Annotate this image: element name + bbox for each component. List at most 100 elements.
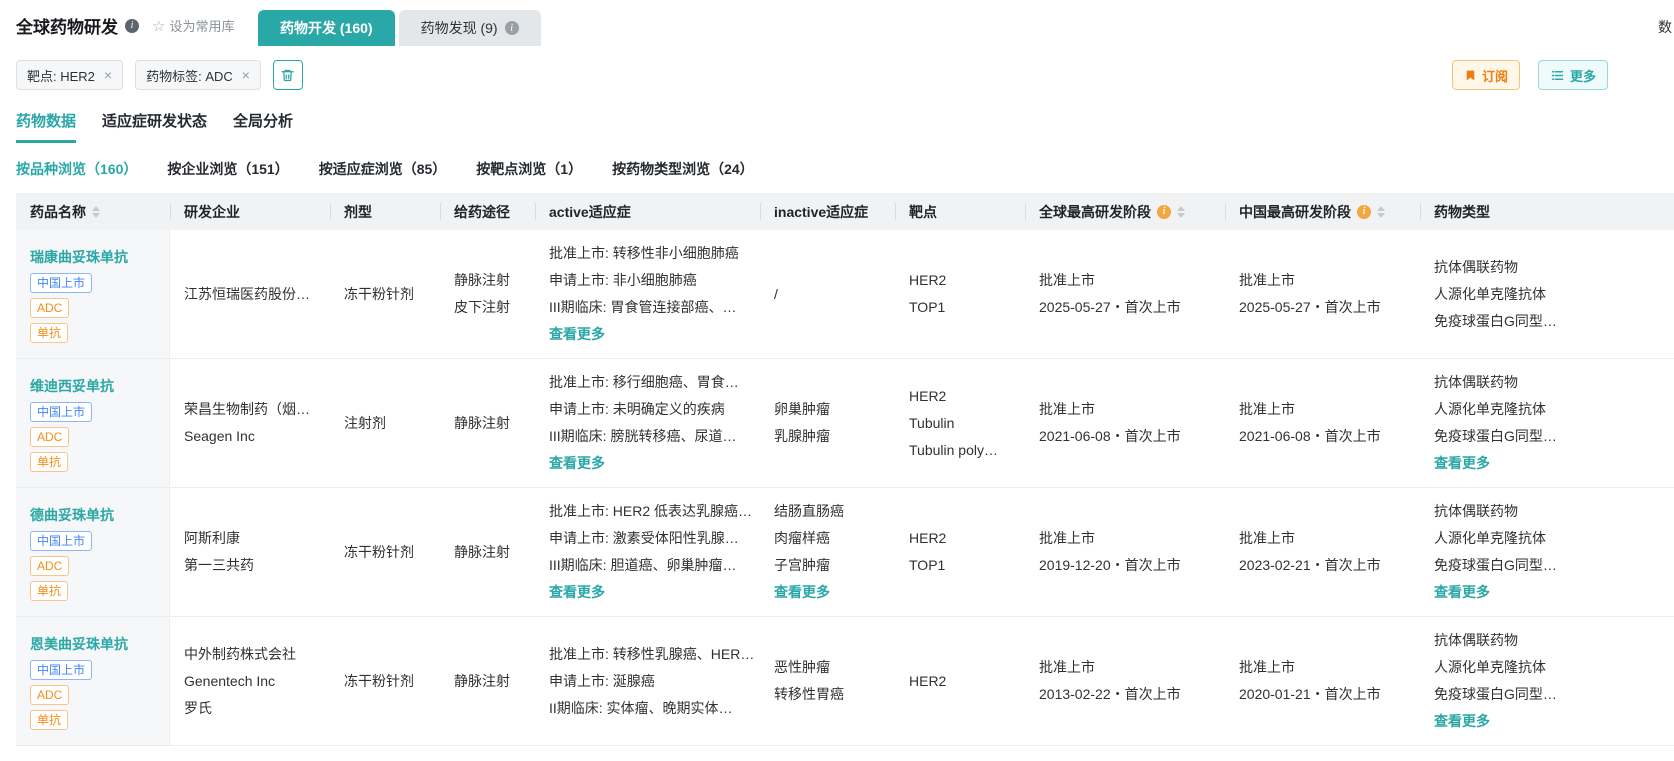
section-tab[interactable]: 全局分析 — [233, 110, 293, 143]
main-tab[interactable]: 药物开发 (160) — [258, 10, 395, 46]
column-header: 药物类型 — [1420, 193, 1674, 230]
drug-name-link[interactable]: 恩美曲妥珠单抗 — [30, 633, 128, 655]
text-line: 子宫肿瘤 — [774, 552, 881, 579]
text-line: 江苏恒瑞医药股份… — [184, 281, 316, 308]
bookmark-icon — [1464, 69, 1477, 82]
page-title: 全球药物研发 — [16, 13, 118, 38]
filter-chip: 靶点: HER2 × — [16, 60, 123, 90]
text-line: Genentech Inc — [184, 668, 316, 695]
text-line: 抗体偶联药物 — [1434, 627, 1660, 654]
china-stage-cell: 批准上市2025-05-27・首次上市 — [1225, 230, 1420, 358]
sort-asc-caret — [1177, 206, 1185, 211]
more-label: 更多 — [1570, 66, 1596, 85]
drug-tag: ADC — [30, 685, 69, 705]
drug-name-cell: 德曲妥珠单抗中国上市ADC单抗 — [16, 488, 170, 616]
active-indications-cell: 批准上市: 转移性乳腺癌、HER…申请上市: 涎腺癌II期临床: 实体瘤、晚期实… — [535, 617, 760, 745]
drug-name-link[interactable]: 德曲妥珠单抗 — [30, 504, 114, 526]
inactive-indications-cell: 结肠直肠癌肉瘤样癌子宫肿瘤查看更多 — [760, 488, 895, 616]
active-indications-cell: 批准上市: HER2 低表达乳腺癌…申请上市: 激素受体阳性乳腺…III期临床:… — [535, 488, 760, 616]
route-cell: 静脉注射 — [440, 359, 535, 487]
column-header: 全球最高研发阶段i — [1025, 193, 1225, 230]
text-line: II期临床: 实体瘤、晚期实体… — [549, 695, 746, 722]
browse-tab[interactable]: 按适应症浏览（85） — [319, 159, 447, 179]
trash-icon — [280, 68, 295, 83]
dosage-form-cell: 冻干粉针剂 — [330, 617, 440, 745]
active-indications-cell: 批准上市: 转移性非小细胞肺癌申请上市: 非小细胞肺癌III期临床: 胃食管连接… — [535, 230, 760, 358]
text-line: 恶性肿瘤 — [774, 654, 881, 681]
drug-name-link[interactable]: 瑞康曲妥珠单抗 — [30, 246, 128, 268]
view-more-link[interactable]: 查看更多 — [549, 579, 605, 606]
sort-desc-caret — [1177, 213, 1185, 218]
subscribe-button[interactable]: 订阅 — [1452, 60, 1520, 90]
column-label: 给药途径 — [454, 202, 510, 222]
set-favorite-button[interactable]: ☆ 设为常用库 — [152, 16, 234, 35]
text-line: 静脉注射 — [454, 410, 521, 437]
clear-filters-button[interactable] — [273, 60, 303, 90]
section-tab[interactable]: 药物数据 — [16, 110, 76, 143]
global-stage-cell: 批准上市2013-02-22・首次上市 — [1025, 617, 1225, 745]
view-more-link[interactable]: 查看更多 — [774, 579, 830, 606]
title-group: 全球药物研发 i ☆ 设为常用库 — [16, 13, 234, 38]
global-stage-cell: 批准上市2021-06-08・首次上市 — [1025, 359, 1225, 487]
view-more-link[interactable]: 查看更多 — [1434, 708, 1490, 735]
view-more-link[interactable]: 查看更多 — [549, 450, 605, 477]
close-icon[interactable]: × — [104, 68, 112, 82]
column-label: 研发企业 — [184, 202, 240, 222]
column-header: 中国最高研发阶段i — [1225, 193, 1420, 230]
text-line: 2020-01-21・首次上市 — [1239, 681, 1406, 708]
drug-tag: 单抗 — [30, 452, 68, 472]
table-body: 瑞康曲妥珠单抗中国上市ADC单抗江苏恒瑞医药股份…冻干粉针剂静脉注射皮下注射批准… — [16, 230, 1674, 746]
browse-tab[interactable]: 按药物类型浏览（24） — [612, 159, 754, 179]
text-line: 批准上市 — [1039, 654, 1211, 681]
dosage-form-cell: 冻干粉针剂 — [330, 230, 440, 358]
view-more-link[interactable]: 查看更多 — [549, 321, 605, 348]
text-line: 批准上市: HER2 低表达乳腺癌… — [549, 498, 746, 525]
info-icon[interactable]: i — [1357, 205, 1371, 219]
info-icon[interactable]: i — [1157, 205, 1171, 219]
drug-tag: ADC — [30, 298, 69, 318]
filter-chip: 药物标签: ADC× — [135, 60, 261, 90]
sort-icon[interactable] — [1377, 206, 1385, 218]
text-line: 乳腺肿瘤 — [774, 423, 881, 450]
inactive-indications-cell: 卵巢肿瘤乳腺肿瘤 — [760, 359, 895, 487]
text-line: TOP1 — [909, 294, 1011, 321]
text-line: 批准上市: 移行细胞癌、胃食… — [549, 369, 746, 396]
filter-bar: 靶点: HER2×药物标签: ADC× 订阅 更多 — [0, 46, 1674, 102]
text-line: 结肠直肠癌 — [774, 498, 881, 525]
view-more-link[interactable]: 查看更多 — [1434, 450, 1490, 477]
text-line: 批准上市 — [1039, 267, 1211, 294]
filter-chip-label: 靶点: HER2 — [27, 66, 95, 85]
text-line: III期临床: 胃食管连接部癌、… — [549, 294, 746, 321]
text-line: 皮下注射 — [454, 294, 521, 321]
drug-types-cell: 抗体偶联药物人源化单克隆抗体免疫球蛋白G同型… — [1420, 230, 1674, 358]
text-line: 卵巢肿瘤 — [774, 396, 881, 423]
drug-types-cell: 抗体偶联药物人源化单克隆抗体免疫球蛋白G同型…查看更多 — [1420, 617, 1674, 745]
main-tab[interactable]: 药物发现 (9)i — [399, 10, 541, 46]
global-stage-cell: 批准上市2025-05-27・首次上市 — [1025, 230, 1225, 358]
drug-tag: 中国上市 — [30, 531, 92, 551]
drug-tag: 中国上市 — [30, 402, 92, 422]
browse-tabs: 按品种浏览（160） 按企业浏览（151） 按适应症浏览（85） 按靶点浏览（1） 按药… — [0, 143, 1674, 193]
sort-icon[interactable] — [1177, 206, 1185, 218]
info-icon[interactable]: i — [505, 21, 519, 35]
close-icon[interactable]: × — [242, 68, 250, 82]
browse-tab[interactable]: 按靶点浏览（1） — [476, 159, 582, 179]
drug-tag: 单抗 — [30, 581, 68, 601]
more-button[interactable]: 更多 — [1538, 60, 1608, 90]
star-icon: ☆ — [152, 17, 165, 35]
drug-name-link[interactable]: 维迪西妥单抗 — [30, 375, 114, 397]
view-more-link[interactable]: 查看更多 — [1434, 579, 1490, 606]
sort-icon[interactable] — [92, 206, 100, 218]
drug-tag: 单抗 — [30, 323, 68, 343]
table-row: 恩美曲妥珠单抗中国上市ADC单抗中外制药株式会社Genentech Inc罗氏冻… — [16, 617, 1674, 746]
drug-name-cell: 恩美曲妥珠单抗中国上市ADC单抗 — [16, 617, 170, 745]
text-line: 申请上市: 非小细胞肺癌 — [549, 267, 746, 294]
browse-tab[interactable]: 按品种浏览（160） — [16, 159, 137, 179]
text-line: 2023-02-21・首次上市 — [1239, 552, 1406, 579]
section-tab[interactable]: 适应症研发状态 — [102, 110, 207, 143]
corner-partial-text: 数 — [1658, 17, 1672, 37]
info-icon[interactable]: i — [125, 19, 139, 33]
dosage-form-cell: 冻干粉针剂 — [330, 488, 440, 616]
browse-tab[interactable]: 按企业浏览（151） — [167, 159, 288, 179]
section-tabs: 药物数据适应症研发状态全局分析 — [0, 102, 1674, 143]
